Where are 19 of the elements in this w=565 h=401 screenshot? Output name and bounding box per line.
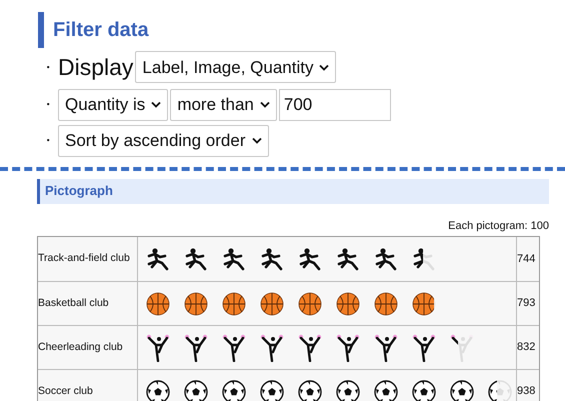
unit-note: Each pictogram: 100	[447, 218, 549, 234]
bullet-point: ・	[40, 131, 56, 150]
bullet-point: ・	[40, 58, 56, 77]
dropdown-select[interactable]: Sort by ascending order	[58, 124, 268, 156]
club-name-cell: Cheerleading club	[38, 326, 138, 369]
pictograph-header: Pictograph	[37, 178, 549, 204]
quantity-cell-text: 832	[517, 340, 536, 356]
quantity-input-field[interactable]: 700	[278, 88, 391, 120]
dropdown-select[interactable]: Label, Image, Quantity	[135, 51, 336, 84]
display-label: Display	[58, 53, 134, 82]
club-name-cell: Track-and-field club	[38, 237, 138, 281]
dropdown-select[interactable]: more than	[170, 88, 277, 120]
bullet-point: ・	[40, 95, 56, 114]
club-name-cell: Soccer club	[38, 370, 138, 401]
quantity-cell-text: 793	[517, 296, 536, 312]
quantity-cell-text: 938	[517, 384, 536, 400]
club-name-cell: Basketball club	[38, 282, 138, 325]
quantity-cell-text: 744	[517, 252, 536, 267]
dropdown-select[interactable]: Quantity is	[58, 88, 168, 120]
